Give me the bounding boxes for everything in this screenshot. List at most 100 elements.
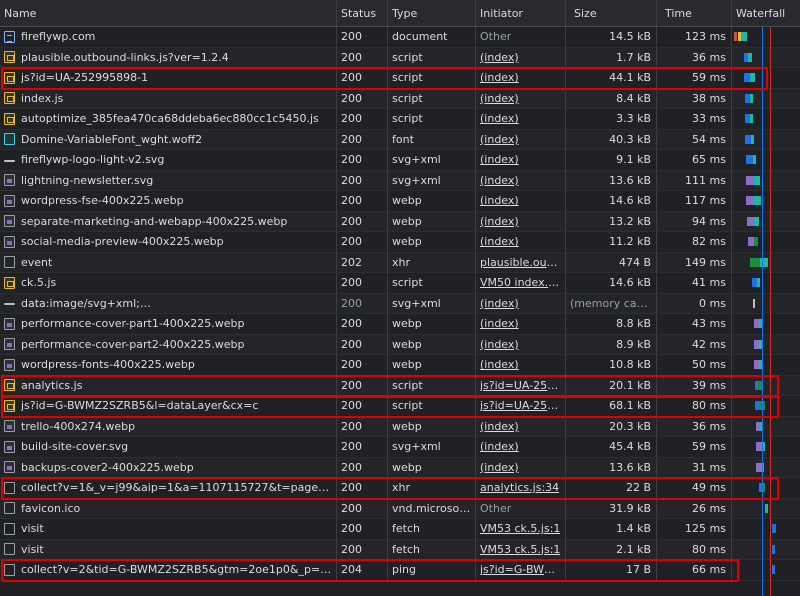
cell-name[interactable]: performance-cover-part1-400x225.webp [0, 314, 337, 334]
cell-name[interactable]: wordpress-fonts-400x225.webp [0, 355, 337, 375]
cell-initiator-text[interactable]: (index) [480, 174, 519, 187]
table-row[interactable]: fireflywp-logo-light-v2.svg 200 svg+xml (in… [0, 150, 800, 171]
cell-name[interactable]: analytics.js [0, 375, 337, 395]
cell-initiator-text[interactable]: (index) [480, 153, 519, 166]
cell-initiator-text[interactable]: (index) [480, 51, 519, 64]
cell-initiator[interactable]: (index) [476, 232, 566, 252]
cell-name[interactable]: data:image/svg+xml;… [0, 293, 337, 313]
cell-initiator[interactable]: (index) [476, 211, 566, 231]
cell-initiator[interactable]: (index) [476, 191, 566, 211]
cell-initiator-text[interactable]: (index) [480, 338, 519, 351]
cell-initiator[interactable]: (index) [476, 129, 566, 149]
cell-initiator[interactable]: (index) [476, 334, 566, 354]
table-row[interactable]: performance-cover-part2-400x225.webp 200 w… [0, 334, 800, 355]
cell-initiator[interactable]: analytics.js:34 [476, 478, 566, 498]
cell-initiator[interactable]: (index) [476, 355, 566, 375]
cell-name[interactable]: backups-cover2-400x225.webp [0, 457, 337, 477]
table-row[interactable]: autoptimize_385fea470ca68ddeba6ec880cc1c… [0, 109, 800, 130]
column-header-name[interactable]: Name [0, 0, 337, 26]
cell-initiator-text[interactable]: (index) [480, 194, 519, 207]
cell-name[interactable]: favicon.ico [0, 498, 337, 518]
cell-name[interactable]: index.js [0, 88, 337, 108]
cell-name[interactable]: lightning-newsletter.svg [0, 170, 337, 190]
table-row[interactable]: visit 200 fetch VM53 ck.5.js:1 1.4 kB 125 ms [0, 519, 800, 540]
cell-initiator-text[interactable]: (index) [480, 297, 519, 310]
table-row[interactable]: visit 200 fetch VM53 ck.5.js:1 2.1 kB 80 ms [0, 539, 800, 560]
column-header-time[interactable]: Time [657, 0, 732, 26]
cell-initiator-text[interactable]: (index) [480, 461, 519, 474]
cell-name[interactable]: social-media-preview-400x225.webp [0, 232, 337, 252]
cell-name[interactable]: performance-cover-part2-400x225.webp [0, 334, 337, 354]
table-row[interactable]: separate-marketing-and-webapp-400x225.we… [0, 211, 800, 232]
cell-name[interactable]: event [0, 252, 337, 272]
cell-initiator-text[interactable]: (index) [480, 215, 519, 228]
cell-initiator-text[interactable]: plausible.outb… [480, 256, 561, 269]
cell-initiator[interactable]: js?id=UA-252… [476, 375, 566, 395]
cell-initiator-text[interactable]: (index) [480, 92, 519, 105]
cell-name[interactable]: fireflywp-logo-light-v2.svg [0, 150, 337, 170]
cell-initiator-text[interactable]: VM53 ck.5.js:1 [480, 522, 560, 535]
cell-name[interactable]: Domine-VariableFont_wght.woff2 [0, 129, 337, 149]
cell-initiator-text[interactable]: (index) [480, 235, 519, 248]
table-row[interactable]: plausible.outbound-links.js?ver=1.2.4 200… [0, 47, 800, 68]
table-row[interactable]: collect?v=1&_v=j99&aip=1&a=1107115727&t=… [0, 478, 800, 499]
column-header-initiator[interactable]: Initiator [476, 0, 566, 26]
cell-name[interactable]: ck.5.js [0, 273, 337, 293]
cell-name[interactable]: trello-400x274.webp [0, 416, 337, 436]
cell-initiator[interactable]: (index) [476, 314, 566, 334]
cell-name[interactable]: visit [0, 519, 337, 539]
cell-name[interactable]: fireflywp.com [0, 27, 337, 47]
cell-name[interactable]: js?id=G-BWMZ2SZRB5&l=dataLayer&cx=c [0, 396, 337, 416]
column-header-waterfall[interactable]: Waterfall [732, 0, 800, 26]
table-row[interactable]: analytics.js 200 script js?id=UA-252… 20.1 k… [0, 375, 800, 396]
cell-initiator-text[interactable]: js?id=UA-252… [480, 399, 561, 412]
table-row[interactable]: lightning-newsletter.svg 200 svg+xml (index… [0, 170, 800, 191]
table-row[interactable]: js?id=UA-252995898-1 200 script (index) 44.1… [0, 68, 800, 89]
cell-initiator[interactable]: (index) [476, 293, 566, 313]
table-row[interactable]: index.js 200 script (index) 8.4 kB 38 ms [0, 88, 800, 109]
cell-name[interactable]: js?id=UA-252995898-1 [0, 68, 337, 88]
cell-initiator-text[interactable]: js?id=UA-252… [480, 379, 561, 392]
table-row[interactable]: build-site-cover.svg 200 svg+xml (index) 45.… [0, 437, 800, 458]
cell-initiator-text[interactable]: analytics.js:34 [480, 481, 559, 494]
cell-name[interactable]: plausible.outbound-links.js?ver=1.2.4 [0, 47, 337, 67]
cell-initiator-text[interactable]: (index) [480, 112, 519, 125]
table-row[interactable]: wordpress-fse-400x225.webp 200 webp (index)… [0, 191, 800, 212]
cell-name[interactable]: collect?v=1&_v=j99&aip=1&a=1107115727&t=… [0, 478, 337, 498]
table-row[interactable]: wordpress-fonts-400x225.webp 200 webp (inde… [0, 355, 800, 376]
table-row[interactable]: backups-cover2-400x225.webp 200 webp (index… [0, 457, 800, 478]
cell-initiator[interactable]: (index) [476, 150, 566, 170]
cell-initiator-text[interactable]: (index) [480, 420, 519, 433]
cell-name[interactable]: wordpress-fse-400x225.webp [0, 191, 337, 211]
cell-initiator[interactable]: js?id=G-BWM… [476, 560, 566, 580]
cell-name[interactable]: visit [0, 539, 337, 559]
cell-initiator[interactable]: (index) [476, 437, 566, 457]
cell-initiator[interactable]: plausible.outb… [476, 252, 566, 272]
table-row[interactable]: trello-400x274.webp 200 webp (index) 20.3 kB… [0, 416, 800, 437]
cell-initiator[interactable]: VM53 ck.5.js:1 [476, 519, 566, 539]
cell-initiator[interactable]: (index) [476, 88, 566, 108]
cell-initiator-text[interactable]: (index) [480, 71, 519, 84]
cell-initiator[interactable]: (index) [476, 457, 566, 477]
column-header-status[interactable]: Status [337, 0, 388, 26]
table-row[interactable]: fireflywp.com 200 document Other 14.5 kB 123 … [0, 27, 800, 48]
table-row[interactable]: favicon.ico 200 vnd.microsoft… Other 31.9 kB… [0, 498, 800, 519]
cell-initiator-text[interactable]: js?id=G-BWM… [480, 563, 561, 576]
cell-initiator-text[interactable]: (index) [480, 133, 519, 146]
cell-initiator[interactable]: VM53 ck.5.js:1 [476, 539, 566, 559]
cell-initiator[interactable]: VM50 index.js:1 [476, 273, 566, 293]
table-row[interactable]: event 202 xhr plausible.outb… 474 B 149 ms [0, 252, 800, 273]
cell-initiator-text[interactable]: VM53 ck.5.js:1 [480, 543, 560, 556]
table-row[interactable]: data:image/svg+xml;… 200 svg+xml (index) (me… [0, 293, 800, 314]
cell-initiator[interactable]: (index) [476, 416, 566, 436]
cell-name[interactable]: build-site-cover.svg [0, 437, 337, 457]
cell-initiator[interactable]: (index) [476, 109, 566, 129]
cell-name[interactable]: separate-marketing-and-webapp-400x225.we… [0, 211, 337, 231]
cell-initiator-text[interactable]: (index) [480, 358, 519, 371]
table-row[interactable]: ck.5.js 200 script VM50 index.js:1 14.6 kB 41… [0, 273, 800, 294]
table-row[interactable]: social-media-preview-400x225.webp 200 webp… [0, 232, 800, 253]
cell-name[interactable]: collect?v=2&tid=G-BWMZ2SZRB5&gtm=2oe1p0&… [0, 560, 337, 580]
cell-initiator-text[interactable]: (index) [480, 440, 519, 453]
cell-initiator-text[interactable]: VM50 index.js:1 [480, 276, 561, 289]
cell-initiator[interactable]: (index) [476, 47, 566, 67]
